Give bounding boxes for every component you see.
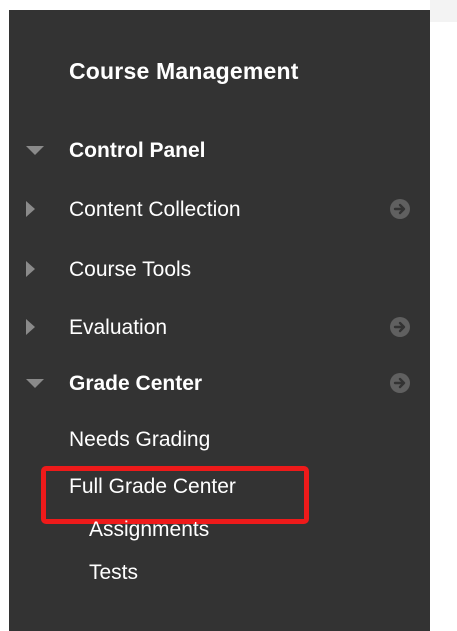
- link-tests[interactable]: Tests: [89, 561, 138, 585]
- expanded-triangle-icon[interactable]: [26, 146, 44, 155]
- arrow-right-circle-icon[interactable]: [390, 317, 410, 337]
- menu-item-evaluation[interactable]: Evaluation: [9, 308, 430, 348]
- collapsed-triangle-icon[interactable]: [26, 261, 35, 277]
- collapsed-triangle-icon[interactable]: [26, 201, 35, 217]
- menu-item-label[interactable]: Content Collection: [69, 198, 241, 222]
- course-management-panel: Course Management Control Panel Content …: [9, 10, 430, 631]
- menu-item-course-tools[interactable]: Course Tools: [9, 250, 430, 290]
- collapsed-triangle-icon[interactable]: [26, 319, 35, 335]
- course-management-title: Course Management: [69, 58, 299, 84]
- menu-item-control-panel[interactable]: Control Panel: [9, 131, 430, 171]
- menu-item-label[interactable]: Control Panel: [69, 139, 206, 163]
- menu-item-label[interactable]: Evaluation: [69, 316, 167, 340]
- arrow-right-circle-icon[interactable]: [390, 199, 410, 219]
- link-needs-grading[interactable]: Needs Grading: [69, 428, 210, 452]
- link-assignments[interactable]: Assignments: [89, 518, 209, 542]
- highlight-box: [41, 466, 309, 524]
- menu-item-content-collection[interactable]: Content Collection: [9, 190, 430, 230]
- expanded-triangle-icon[interactable]: [26, 379, 44, 388]
- arrow-right-circle-icon[interactable]: [390, 373, 410, 393]
- menu-item-label[interactable]: Course Tools: [69, 258, 191, 282]
- top-right-background: [430, 0, 457, 22]
- menu-item-label[interactable]: Grade Center: [69, 372, 202, 396]
- menu-item-grade-center[interactable]: Grade Center: [9, 364, 430, 404]
